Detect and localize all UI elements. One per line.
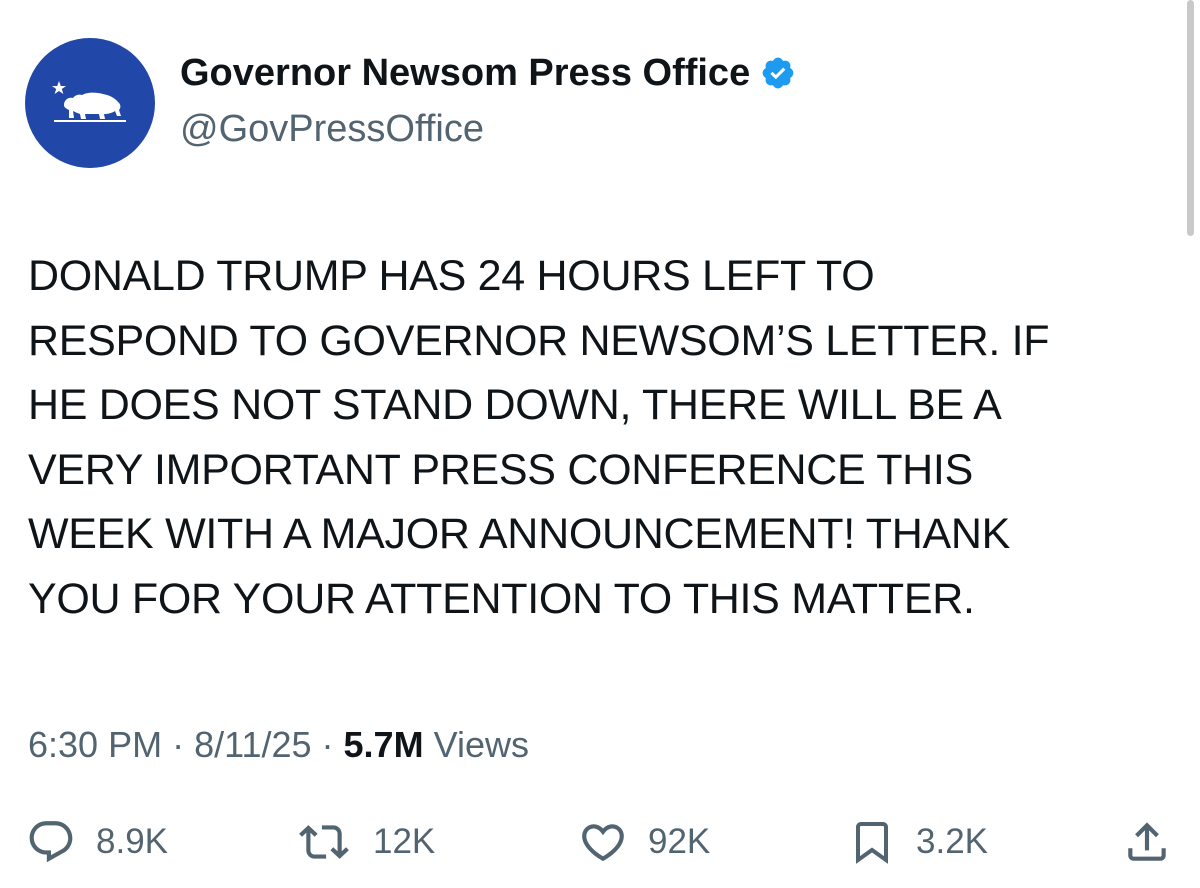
tweet-date[interactable]: 8/11/25 [194,724,311,765]
tweet-text: DONALD TRUMP HAS 24 HOURS LEFT TO RESPON… [28,244,1178,631]
reply-icon [29,821,73,863]
tweet-text-line: DONALD TRUMP HAS 24 HOURS LEFT TO [28,252,875,300]
tweet-text-line: VERY IMPORTANT PRESS CONFERENCE THIS [28,445,973,494]
tweet-text-line: YOU FOR YOUR ATTENTION TO THIS MATTER. [28,574,975,623]
bookmark-button[interactable]: 3.2K [848,812,988,872]
meta-separator: · [311,724,344,765]
scrollbar[interactable] [1187,0,1194,236]
california-bear-star-icon [52,81,126,122]
repost-button[interactable]: 12K [295,812,435,872]
repost-count: 12K [373,822,436,861]
share-icon [1128,822,1166,861]
views-count: 5.7M [343,724,424,765]
author-handle[interactable]: @GovPressOffice [180,106,484,152]
like-count: 92K [648,822,711,861]
tweet-text-line: WEEK WITH A MAJOR ANNOUNCEMENT! THANK [28,510,1010,558]
tweet-text-line: RESPOND TO GOVERNOR NEWSOM’S LETTER. IF [28,316,1050,365]
avatar[interactable] [25,38,155,168]
action-bar: 8.9K 12K 92K 3.2K [0,812,1200,872]
reply-count: 8.9K [96,822,168,861]
reply-button[interactable]: 8.9K [26,812,168,872]
author-display-name[interactable]: Governor Newsom Press Office [180,50,750,96]
verified-badge-icon[interactable] [760,55,796,91]
meta-separator: · [162,724,195,765]
heart-icon [582,824,624,862]
tweet-meta: 6:30 PM · 8/11/25 · 5.7M Views [28,722,529,768]
author-name-row: Governor Newsom Press Office [180,50,796,96]
tweet-time[interactable]: 6:30 PM [28,724,162,765]
bookmark-icon [856,822,888,864]
tweet-text-line: HE DOES NOT STAND DOWN, THERE WILL BE A [28,381,1002,429]
views-label: Views [433,724,529,765]
bookmark-count: 3.2K [916,822,988,861]
share-button[interactable] [1122,812,1172,872]
like-button[interactable]: 92K [578,812,710,872]
repost-icon [299,825,349,859]
